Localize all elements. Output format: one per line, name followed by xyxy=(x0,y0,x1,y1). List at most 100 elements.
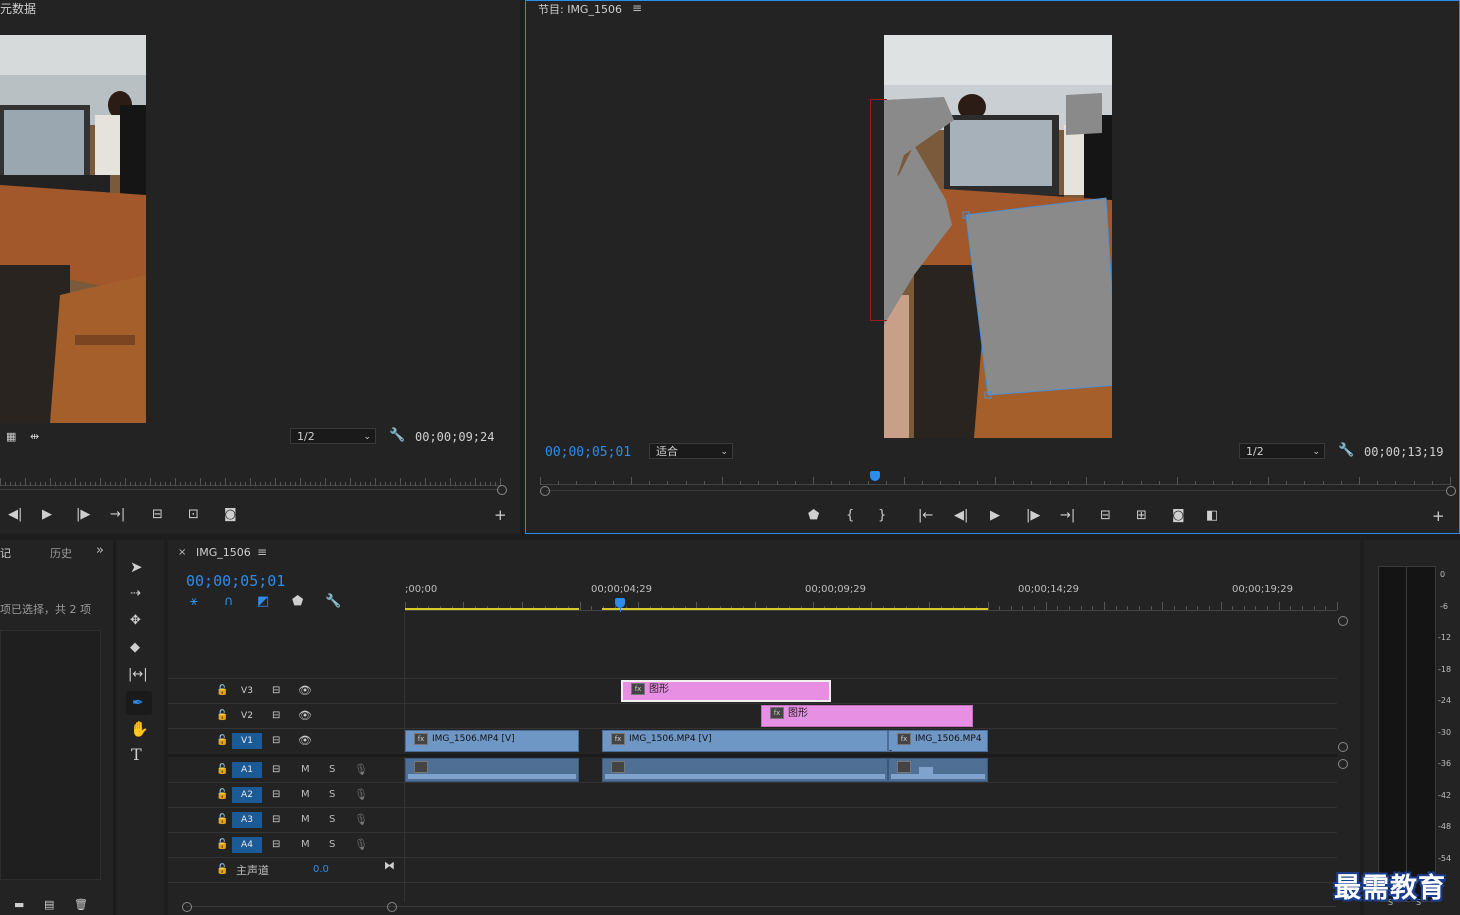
camera-icon[interactable]: ◙ xyxy=(1172,509,1185,523)
solo-button[interactable]: S xyxy=(329,814,335,825)
go-to-out-icon[interactable]: →| xyxy=(1060,509,1075,523)
sync-lock-icon[interactable]: ⊟ xyxy=(272,734,280,748)
source-panel-title[interactable]: 元数据 xyxy=(0,0,36,17)
video-clip[interactable]: fx IMG_1506.MP4 [V] xyxy=(405,730,579,752)
work-area-bar[interactable] xyxy=(405,608,579,610)
audio-clip[interactable] xyxy=(405,758,579,782)
lock-icon[interactable]: 🔓 xyxy=(216,734,228,748)
track-header-v1[interactable]: 🔓 V1 ⊟ 👁 xyxy=(168,729,404,753)
lock-icon[interactable]: 🔓 xyxy=(216,813,228,827)
microphone-icon[interactable]: 🎙 xyxy=(354,838,368,852)
add-marker-icon[interactable]: ⬟ xyxy=(292,595,303,609)
solo-button[interactable]: S xyxy=(329,839,335,850)
lock-icon[interactable]: 🔓 xyxy=(216,709,228,723)
marker-icon[interactable]: ⬟ xyxy=(808,509,819,523)
selection-tool-icon[interactable]: ➤ xyxy=(130,560,143,575)
eye-icon[interactable]: 👁 xyxy=(298,734,312,748)
solo-button[interactable]: S xyxy=(329,764,335,775)
program-playhead[interactable] xyxy=(870,471,880,481)
source-zoom-handle[interactable] xyxy=(497,485,507,495)
program-scrub-bar[interactable] xyxy=(546,490,1446,491)
sync-lock-icon[interactable]: ⊟ xyxy=(272,788,280,802)
step-forward-icon[interactable]: |▶ xyxy=(1026,509,1040,523)
source-time-ruler[interactable] xyxy=(0,474,501,486)
track-name-v2[interactable]: V2 xyxy=(232,708,262,724)
video-clip[interactable]: fxIMG_1506.MP4 [ xyxy=(888,730,988,752)
scroll-handle-right[interactable] xyxy=(387,902,397,912)
lift-icon[interactable]: ⊟ xyxy=(1100,509,1111,523)
type-tool-icon[interactable]: T xyxy=(131,747,142,763)
nest-icon[interactable]: ⚹ xyxy=(190,595,198,609)
program-zoom-handle-right[interactable] xyxy=(1446,486,1456,496)
track-header-master[interactable]: 🔓 主声道 0.0 ⧓ xyxy=(168,858,404,882)
timeline-current-timecode[interactable]: 00;00;05;01 xyxy=(186,572,285,590)
mark-out-icon[interactable]: } xyxy=(878,509,886,523)
step-back-icon[interactable]: ◀| xyxy=(8,508,22,522)
microphone-icon[interactable]: 🎙 xyxy=(354,788,368,802)
program-zoom-select[interactable]: 1/2 ⌄ xyxy=(1239,443,1325,459)
compare-view-icon[interactable]: ◧ xyxy=(1206,509,1218,523)
sync-lock-icon[interactable]: ⊟ xyxy=(272,684,280,698)
track-select-tool-icon[interactable]: ⇢ xyxy=(130,587,141,601)
master-volume-value[interactable]: 0.0 xyxy=(313,864,329,875)
play-icon[interactable]: ▶ xyxy=(990,509,1000,523)
step-back-icon[interactable]: ◀| xyxy=(954,509,968,523)
track-name-a1[interactable]: A1 xyxy=(232,762,262,778)
track-header-a3[interactable]: 🔓 A3 ⊟ M S 🎙 xyxy=(168,808,404,832)
lock-icon[interactable]: 🔓 xyxy=(216,763,228,777)
video-clip[interactable]: fx IMG_1506.MP4 [V] xyxy=(602,730,888,752)
vertical-zoom-handle[interactable] xyxy=(1338,759,1348,769)
sync-lock-icon[interactable]: ⊟ xyxy=(272,838,280,852)
track-name-v3[interactable]: V3 xyxy=(232,683,262,699)
mute-button[interactable]: M xyxy=(301,789,310,800)
track-header-v3[interactable]: 🔓 V3 ⊟ 👁 xyxy=(168,679,404,703)
sequence-tab[interactable]: IMG_1506 xyxy=(196,546,251,559)
microphone-icon[interactable]: 🎙 xyxy=(354,763,368,777)
mute-button[interactable]: M xyxy=(301,814,310,825)
audio-clip[interactable] xyxy=(888,758,988,782)
program-panel-title[interactable]: 节目: IMG_1506 xyxy=(538,1,622,17)
hand-tool-icon[interactable]: ✋ xyxy=(130,722,149,737)
track-name-v1[interactable]: V1 xyxy=(232,733,262,749)
program-zoom-handle-left[interactable] xyxy=(540,486,550,496)
step-forward-icon[interactable]: |▶ xyxy=(76,508,90,522)
lock-icon[interactable]: 🔓 xyxy=(216,788,228,802)
new-item-icon[interactable]: ▤ xyxy=(44,898,54,912)
program-current-timecode[interactable]: 00;00;05;01 xyxy=(545,445,631,460)
track-area[interactable] xyxy=(404,612,1338,902)
snap-magnet-icon[interactable]: ∩ xyxy=(224,595,234,609)
source-insert-icon[interactable]: ⇹ xyxy=(30,430,39,444)
vertical-zoom-handle[interactable] xyxy=(1338,742,1348,752)
close-icon[interactable]: × xyxy=(178,547,186,558)
lock-icon[interactable]: 🔓 xyxy=(216,863,228,877)
audio-clip[interactable] xyxy=(602,758,888,782)
sync-lock-icon[interactable]: ⊟ xyxy=(272,709,280,723)
eye-icon[interactable]: 👁 xyxy=(298,709,312,723)
vertical-zoom-handle[interactable] xyxy=(1338,616,1348,626)
project-bin-area[interactable] xyxy=(0,630,101,880)
program-video-frame[interactable] xyxy=(884,35,1112,438)
project-tab[interactable]: 记 xyxy=(0,545,11,561)
overflow-icon[interactable]: » xyxy=(96,543,104,558)
hamburger-icon[interactable]: ≡ xyxy=(632,1,642,15)
program-wrench-icon[interactable]: 🔧 xyxy=(1338,444,1354,458)
scroll-handle-left[interactable] xyxy=(182,902,192,912)
camera-icon[interactable]: ◙ xyxy=(224,508,237,522)
track-header-a2[interactable]: 🔓 A2 ⊟ M S 🎙 xyxy=(168,783,404,807)
slip-tool-icon[interactable]: |↔| xyxy=(128,668,148,682)
source-zoom-select[interactable]: 1/2 ⌄ xyxy=(290,428,376,444)
graphic-clip-v3[interactable]: fx 图形 xyxy=(621,680,831,702)
program-fit-select[interactable]: 适合 ⌄ xyxy=(649,443,733,459)
extract-icon[interactable]: ⊞ xyxy=(1136,509,1147,523)
pen-tool-button[interactable]: ✒ xyxy=(126,691,152,715)
track-name-a3[interactable]: A3 xyxy=(232,812,262,828)
overwrite-icon[interactable]: ⊡ xyxy=(188,508,199,522)
linked-selection-icon[interactable]: ◩ xyxy=(257,595,269,609)
timeline-wrench-icon[interactable]: 🔧 xyxy=(325,595,341,609)
program-time-ruler[interactable] xyxy=(540,473,1451,485)
mute-button[interactable]: M xyxy=(301,839,310,850)
lock-icon[interactable]: 🔓 xyxy=(216,684,228,698)
lock-icon[interactable]: 🔓 xyxy=(216,838,228,852)
eye-icon[interactable]: 👁 xyxy=(298,684,312,698)
solo-button[interactable]: S xyxy=(329,789,335,800)
